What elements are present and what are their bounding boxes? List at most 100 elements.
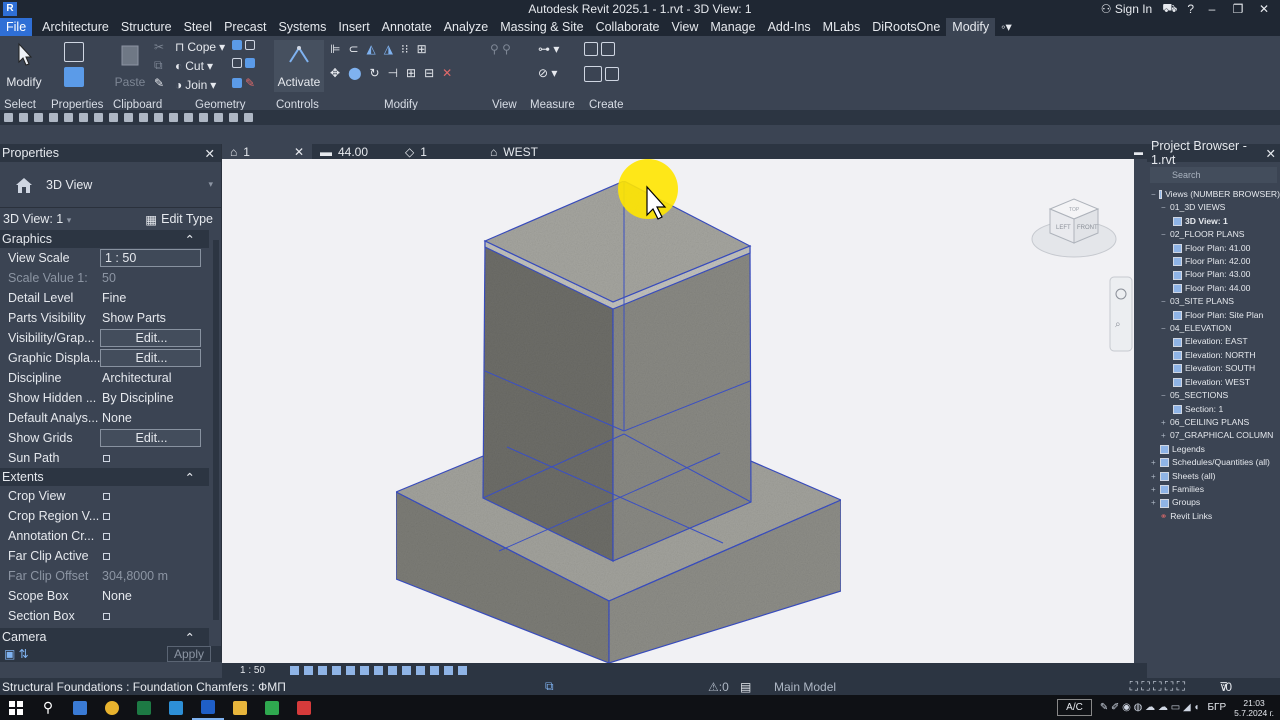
activate-button[interactable]: Activate bbox=[274, 40, 324, 92]
cope-button[interactable]: ⊓ Cope ▾ bbox=[175, 40, 225, 54]
type-selector[interactable]: 3D View ▾ bbox=[0, 162, 221, 208]
constraints-icon[interactable] bbox=[458, 666, 468, 675]
tab-precast[interactable]: Precast bbox=[218, 18, 272, 36]
lock-view-icon[interactable] bbox=[388, 666, 398, 675]
trim-icon[interactable]: ⊣ bbox=[388, 66, 398, 80]
array-icon[interactable]: ⊞ bbox=[406, 66, 416, 80]
tab-structure[interactable]: Structure bbox=[115, 18, 178, 36]
calculator-icon[interactable] bbox=[64, 695, 96, 720]
visual-style-icon[interactable] bbox=[304, 666, 314, 675]
3d-view-qat-icon[interactable] bbox=[169, 113, 178, 122]
camtasia-icon[interactable] bbox=[256, 695, 288, 720]
tab-architecture[interactable]: Architecture bbox=[36, 18, 115, 36]
tree-schedules[interactable]: + Schedules/Quantities (all) bbox=[1147, 456, 1280, 469]
dimension-qat-icon[interactable] bbox=[124, 113, 133, 122]
annotation-crop-checkbox[interactable] bbox=[103, 533, 110, 540]
collapse-graphics-icon[interactable]: ⌃ bbox=[185, 232, 195, 247]
tree-item[interactable]: Floor Plan: 41.00 bbox=[1147, 242, 1280, 255]
sign-in-button[interactable]: ⚇ Sign In bbox=[1101, 2, 1152, 16]
copy-icon[interactable]: ⧉ bbox=[154, 58, 163, 73]
tab-steel[interactable]: Steel bbox=[178, 18, 219, 36]
active-model-selector[interactable]: Main Model bbox=[774, 680, 836, 694]
crop-region-visible-checkbox[interactable] bbox=[103, 513, 110, 520]
app-icon[interactable] bbox=[160, 695, 192, 720]
modify-tools-row-2[interactable]: ✥ ⬤ ↻ ⊣ ⊞ ⊟ ✕ bbox=[330, 66, 452, 80]
sun-path-icon[interactable] bbox=[318, 666, 328, 675]
modify-button[interactable]: Modify bbox=[2, 40, 46, 92]
mirror-draw-icon[interactable]: ◮ bbox=[384, 42, 393, 56]
file-explorer-icon[interactable] bbox=[224, 695, 256, 720]
properties-scrollbar[interactable] bbox=[213, 240, 219, 620]
tab-systems[interactable]: Systems bbox=[272, 18, 332, 36]
tree-legends[interactable]: Legends bbox=[1147, 443, 1280, 456]
warnings-indicator[interactable]: ⚠:0 bbox=[708, 680, 729, 694]
show-crop-icon[interactable] bbox=[374, 666, 384, 675]
undo-icon[interactable] bbox=[64, 113, 73, 122]
ac-indicator[interactable]: A/C bbox=[1057, 699, 1092, 716]
show-hidden-value[interactable]: By Discipline bbox=[100, 391, 209, 405]
mirror-axis-icon[interactable]: ◭ bbox=[367, 42, 376, 56]
canvas-vertical-scrollbar[interactable] bbox=[1134, 159, 1147, 663]
close-browser-icon[interactable]: ✕ bbox=[1266, 146, 1276, 161]
tab-analyze[interactable]: Analyze bbox=[438, 18, 494, 36]
wall-joins-icon[interactable] bbox=[232, 58, 255, 68]
tab-insert[interactable]: Insert bbox=[332, 18, 375, 36]
3d-view-canvas[interactable]: LEFT FRONT TOP ⌕ bbox=[222, 159, 1134, 663]
crop-view-icon[interactable] bbox=[360, 666, 370, 675]
delete-icon[interactable]: ✕ bbox=[442, 66, 452, 80]
properties-help-icons[interactable]: ▣ ⇅ bbox=[4, 647, 29, 661]
restore-button[interactable]: ❐ bbox=[1230, 2, 1246, 16]
detail-level-icon[interactable] bbox=[290, 666, 300, 675]
cut-scissors-icon[interactable]: ✂ bbox=[154, 40, 164, 54]
tab-view-3d-1[interactable]: ⌂ 1 ✕ bbox=[222, 144, 312, 159]
reveal-hidden-icon[interactable] bbox=[416, 666, 426, 675]
tree-group[interactable]: +06_CEILING PLANS bbox=[1147, 416, 1280, 429]
instance-filter[interactable]: 3D View: 1 ▾ bbox=[3, 212, 71, 226]
move-icon[interactable]: ✥ bbox=[330, 66, 340, 80]
tab-annotate[interactable]: Annotate bbox=[376, 18, 438, 36]
foundation-model[interactable]: LEFT FRONT TOP ⌕ bbox=[222, 159, 1134, 663]
pin-icon[interactable]: ⊞ bbox=[417, 42, 427, 56]
match-type-icon[interactable]: ✎ bbox=[154, 76, 164, 90]
view-scale-control[interactable]: 1 : 50 bbox=[240, 665, 265, 676]
tree-item-active-view[interactable]: 3D View: 1 bbox=[1147, 215, 1280, 228]
close-hidden-icon[interactable] bbox=[214, 113, 223, 122]
edit-type-button[interactable]: ▦ Edit Type bbox=[145, 212, 213, 227]
editable-only-icon[interactable]: ▤ bbox=[740, 680, 751, 694]
detail-level-value[interactable]: Fine bbox=[100, 291, 209, 305]
render-icon[interactable] bbox=[346, 666, 356, 675]
save-icon[interactable] bbox=[34, 113, 43, 122]
sync-icon[interactable] bbox=[49, 113, 58, 122]
ribbon-toggle-icon[interactable]: ◦▾ bbox=[995, 18, 1018, 36]
minimize-button[interactable]: – bbox=[1204, 2, 1220, 16]
revit-taskbar-icon[interactable] bbox=[192, 695, 224, 720]
tab-overflow-icon[interactable]: ▬ bbox=[1134, 147, 1143, 157]
measure-icon[interactable]: ⊶ ▾ bbox=[538, 42, 559, 56]
tree-group[interactable]: +07_GRAPHICAL COLUMN bbox=[1147, 429, 1280, 442]
search-icon[interactable]: ⚲ bbox=[32, 695, 64, 720]
copy-element-icon[interactable]: ⬤ bbox=[348, 66, 361, 80]
temp-hide-icon[interactable] bbox=[402, 666, 412, 675]
tree-group[interactable]: −05_SECTIONS bbox=[1147, 389, 1280, 402]
tree-item[interactable]: Floor Plan: 44.00 bbox=[1147, 282, 1280, 295]
collapse-extents-icon[interactable]: ⌃ bbox=[185, 470, 195, 485]
modify-tools-row-1[interactable]: ⊫ ⊂ ◭ ◮ ⁝⁝ ⊞ bbox=[330, 42, 427, 56]
far-clip-active-checkbox[interactable] bbox=[103, 553, 110, 560]
print-icon[interactable] bbox=[94, 113, 103, 122]
tree-item[interactable]: Section: 1 bbox=[1147, 403, 1280, 416]
scope-box-value[interactable]: None bbox=[100, 589, 209, 603]
properties-icon[interactable] bbox=[64, 42, 84, 90]
offset-icon[interactable]: ⊂ bbox=[348, 42, 358, 56]
section-graphics[interactable]: Graphics ⌃ bbox=[0, 230, 209, 248]
chrome-icon[interactable] bbox=[96, 695, 128, 720]
create-assembly-icon[interactable] bbox=[584, 42, 615, 56]
rotate-icon[interactable]: ↻ bbox=[370, 66, 380, 80]
tree-families[interactable]: + Families bbox=[1147, 483, 1280, 496]
split-icon[interactable]: ⁝⁝ bbox=[401, 42, 409, 56]
clock[interactable]: 21:03 5.7.2024 г. bbox=[1234, 698, 1274, 718]
measure-qat-icon[interactable] bbox=[109, 113, 118, 122]
windows-start-icon[interactable] bbox=[0, 695, 32, 720]
excel-icon[interactable] bbox=[128, 695, 160, 720]
scale-icon[interactable]: ⊟ bbox=[424, 66, 434, 80]
tab-manage[interactable]: Manage bbox=[704, 18, 761, 36]
